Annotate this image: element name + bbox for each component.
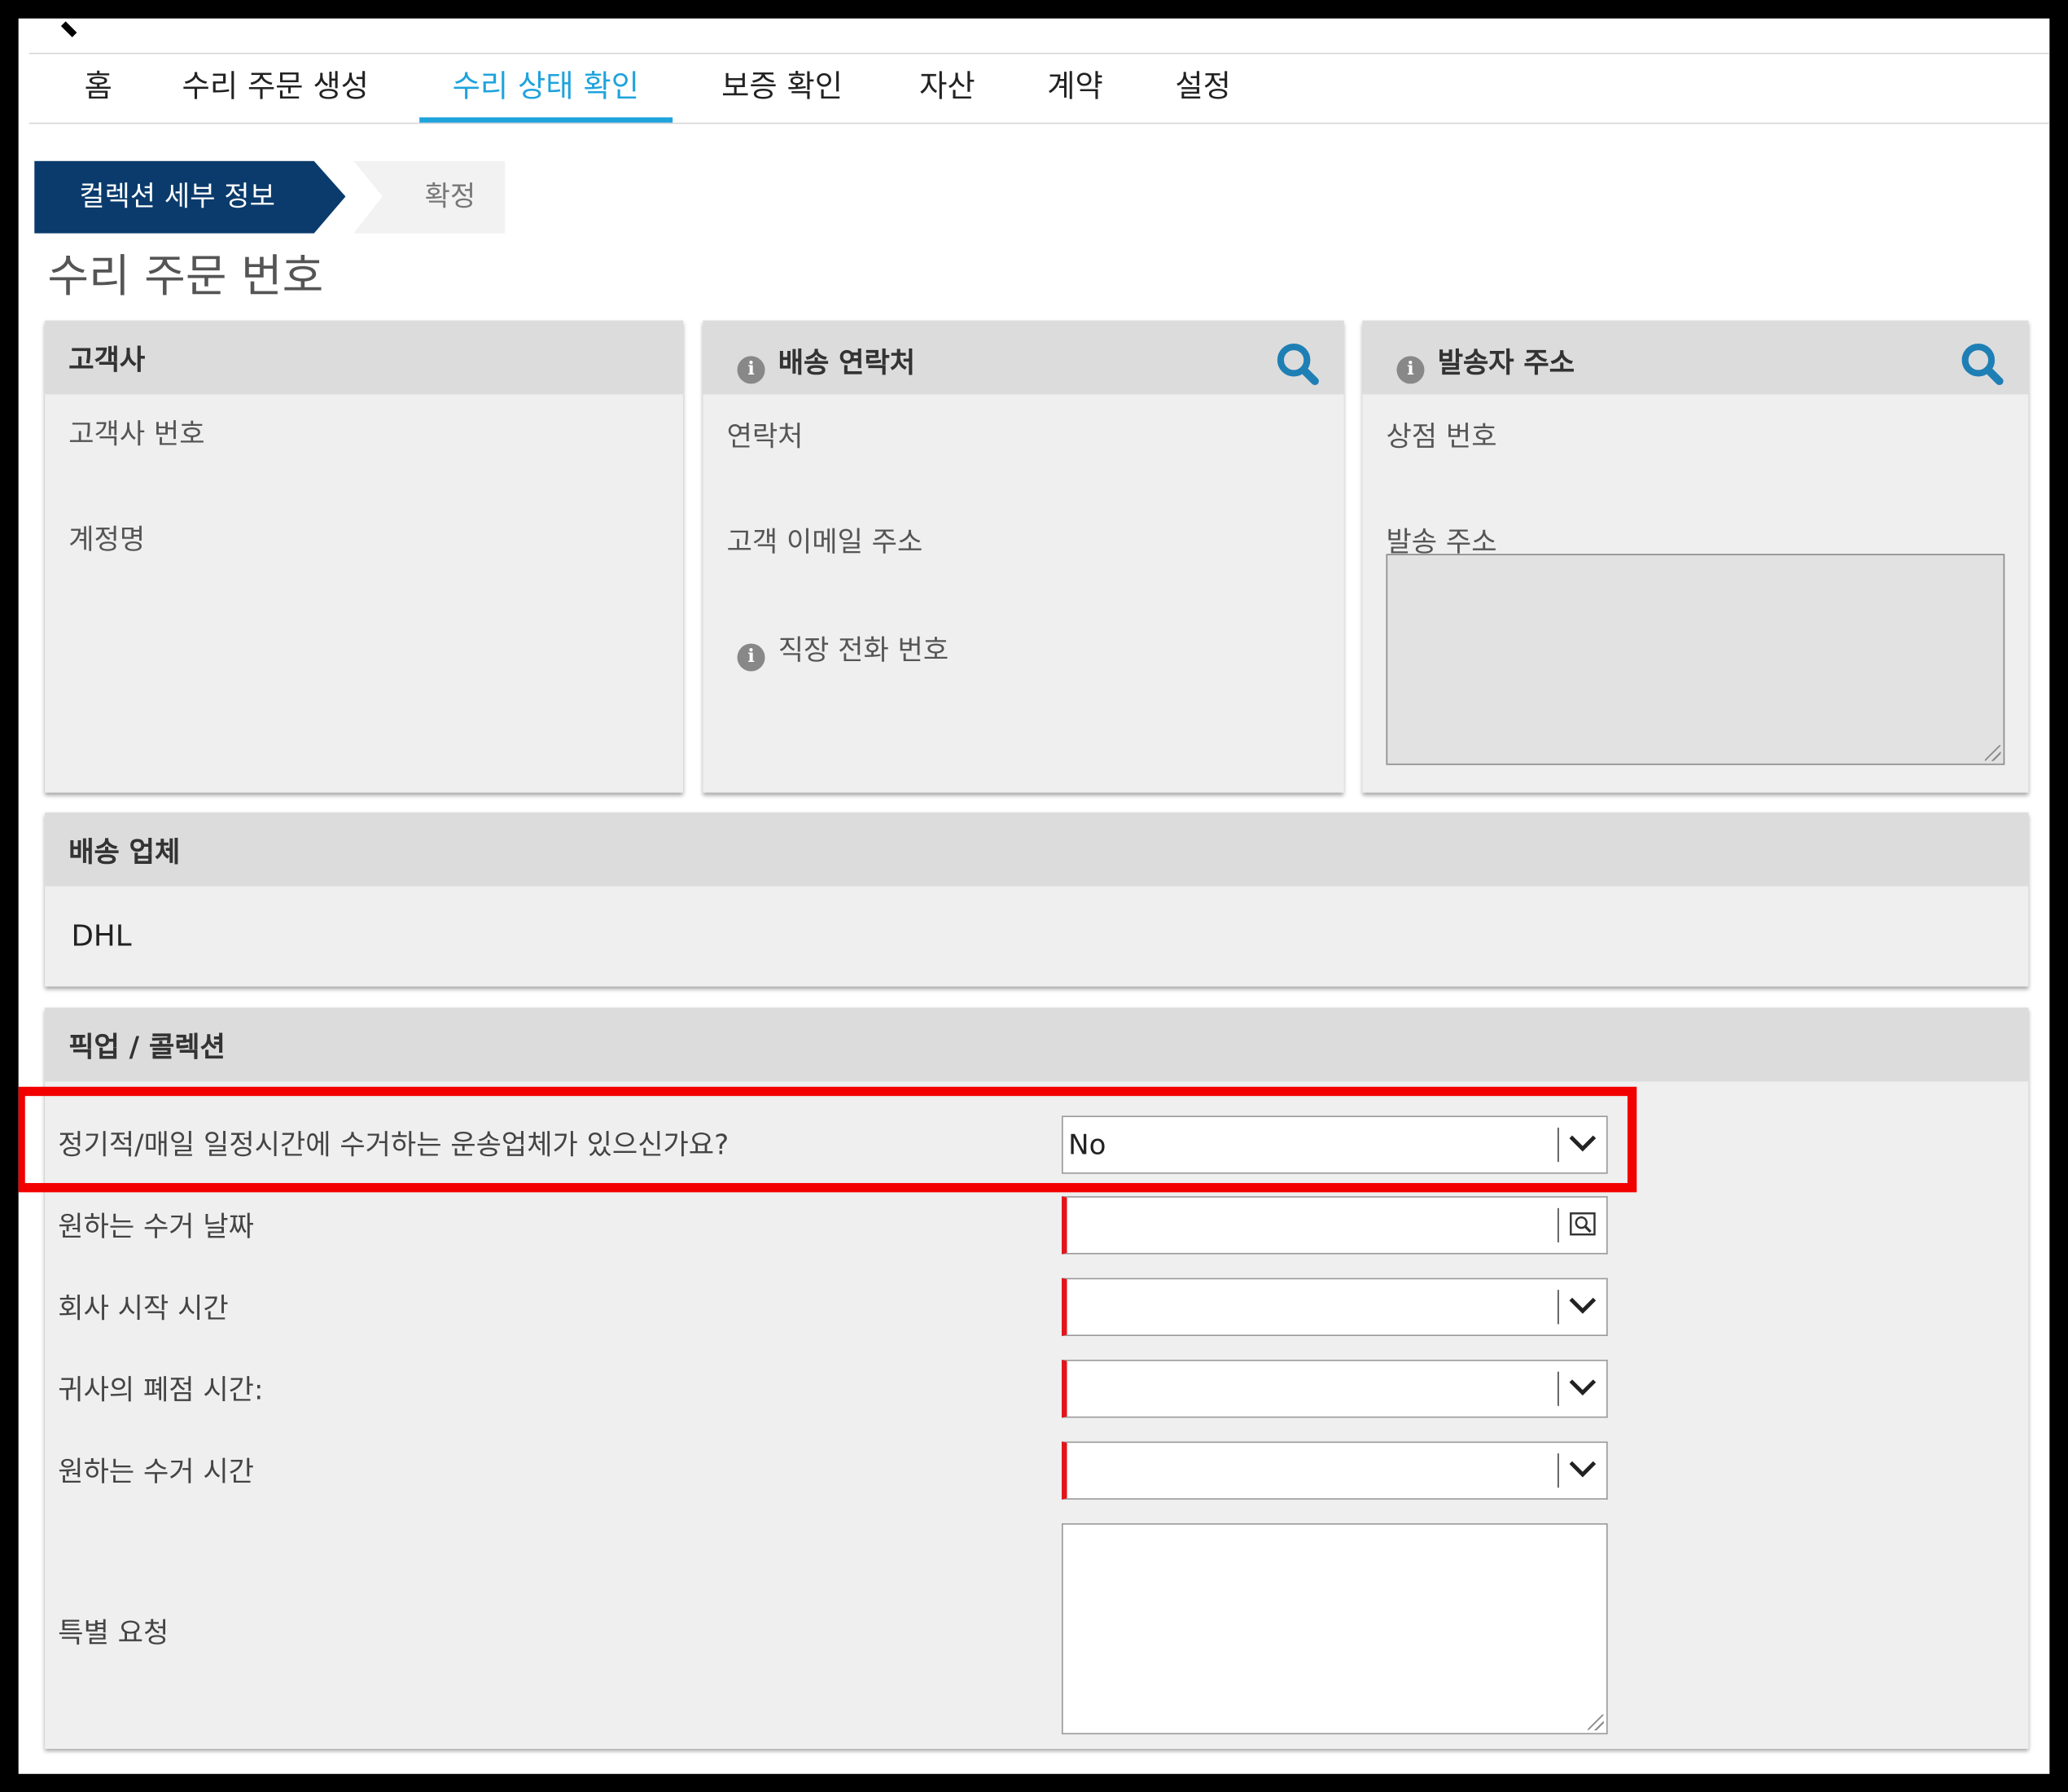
customer-email-label: 고객 이메일 주소 bbox=[726, 526, 923, 559]
sender-address-panel: i 발송자 주소 상점 번호 발송 주소 bbox=[1362, 320, 2029, 793]
nav-settings[interactable]: 설정 bbox=[1175, 54, 1231, 120]
calendar-search-icon[interactable] bbox=[1559, 1198, 1606, 1253]
panel-title: 픽업 / 콜렉션 bbox=[68, 1031, 226, 1063]
nav-assets[interactable]: 자산 bbox=[919, 54, 975, 120]
panel-title: 배송 업체 bbox=[68, 836, 181, 868]
work-phone-label: i 직장 전화 번호 bbox=[737, 629, 949, 672]
panel-title: 고객사 bbox=[68, 344, 146, 376]
pickup-date-input[interactable] bbox=[1062, 1196, 1608, 1255]
info-icon[interactable]: i bbox=[737, 356, 765, 384]
panel-header: 픽업 / 콜렉션 bbox=[45, 1007, 2029, 1082]
chevron-down-icon[interactable] bbox=[1559, 1361, 1606, 1417]
resize-grip-icon[interactable] bbox=[1984, 745, 2001, 761]
panel-title-text: 발송자 주소 bbox=[1437, 347, 1575, 379]
account-name-label: 계정명 bbox=[68, 524, 146, 555]
chevron-down-icon[interactable] bbox=[1559, 1279, 1606, 1334]
panel-header: i 배송 연락처 bbox=[703, 320, 1344, 395]
top-nav: 홈 수리 주문 생성 수리 상태 확인 보증 확인 자산 계약 설정 bbox=[28, 52, 2050, 125]
info-icon[interactable]: i bbox=[1396, 356, 1425, 384]
scheduled-pickup-label: 정기적/매일 일정시간에 수거하는 운송업체가 있으신가요? bbox=[58, 1128, 729, 1161]
panel-header: 고객사 bbox=[45, 320, 684, 395]
carrier-value: DHL bbox=[71, 920, 132, 954]
resize-grip-icon[interactable] bbox=[1588, 1714, 1604, 1731]
select-value: No bbox=[1068, 1128, 1106, 1161]
closing-time-select[interactable] bbox=[1062, 1360, 1608, 1418]
nav-repair-status[interactable]: 수리 상태 확인 bbox=[419, 54, 672, 123]
panel-header: i 발송자 주소 bbox=[1362, 320, 2029, 395]
pickup-time-select[interactable] bbox=[1062, 1441, 1608, 1500]
chevron-down-icon[interactable] bbox=[1559, 1443, 1606, 1498]
company-start-time-select[interactable] bbox=[1062, 1277, 1608, 1336]
pickup-date-label: 원하는 수거 날짜 bbox=[58, 1211, 254, 1242]
closing-time-label: 귀사의 폐점 시간: bbox=[58, 1374, 264, 1406]
panel-title: i 발송자 주소 bbox=[1396, 342, 1575, 384]
nav-contracts[interactable]: 계약 bbox=[1047, 54, 1103, 120]
sender-address-textarea[interactable] bbox=[1386, 554, 2005, 765]
pickup-time-label: 원하는 수거 시간 bbox=[58, 1456, 254, 1488]
page-title: 수리 주문 번호 bbox=[47, 250, 324, 304]
info-icon[interactable]: i bbox=[737, 643, 765, 672]
carrier-panel: 배송 업체 DHL bbox=[45, 812, 2029, 987]
work-phone-text: 직장 전화 번호 bbox=[778, 634, 949, 667]
special-request-textarea[interactable] bbox=[1062, 1523, 1608, 1735]
panel-header: 배송 업체 bbox=[45, 812, 2029, 887]
search-icon[interactable] bbox=[1960, 342, 2004, 387]
company-start-time-label: 회사 시작 시간 bbox=[58, 1292, 229, 1325]
step-collection-details: 컬렉션 세부 정보 bbox=[34, 160, 346, 234]
scheduled-pickup-select[interactable]: No bbox=[1062, 1115, 1608, 1174]
panel-title: i 배송 연락처 bbox=[737, 342, 916, 384]
pickup-panel: 픽업 / 콜렉션 정기적/매일 일정시간에 수거하는 운송업체가 있으신가요? … bbox=[45, 1007, 2029, 1749]
nav-create-repair-order[interactable]: 수리 주문 생성 bbox=[182, 54, 369, 120]
corner-mark bbox=[60, 18, 89, 37]
search-icon[interactable] bbox=[1275, 342, 1320, 387]
contact-label: 연락처 bbox=[726, 420, 804, 453]
nav-home[interactable]: 홈 bbox=[85, 54, 112, 120]
step-confirm: 확정 bbox=[353, 160, 506, 234]
customer-number-label: 고객사 번호 bbox=[68, 418, 205, 450]
app-frame: 홈 수리 주문 생성 수리 상태 확인 보증 확인 자산 계약 설정 컬렉션 세… bbox=[18, 18, 2050, 1774]
store-number-label: 상점 번호 bbox=[1386, 420, 1497, 453]
chevron-down-icon[interactable] bbox=[1559, 1117, 1606, 1172]
shipping-contact-panel: i 배송 연락처 연락처 고객 이메일 주소 i 직장 전화 번호 bbox=[703, 320, 1344, 793]
panel-title-text: 배송 연락처 bbox=[778, 347, 916, 379]
customer-panel: 고객사 고객사 번호 계정명 bbox=[45, 320, 684, 793]
nav-warranty-check[interactable]: 보증 확인 bbox=[721, 54, 843, 120]
special-request-label: 특별 요청 bbox=[58, 1616, 169, 1649]
